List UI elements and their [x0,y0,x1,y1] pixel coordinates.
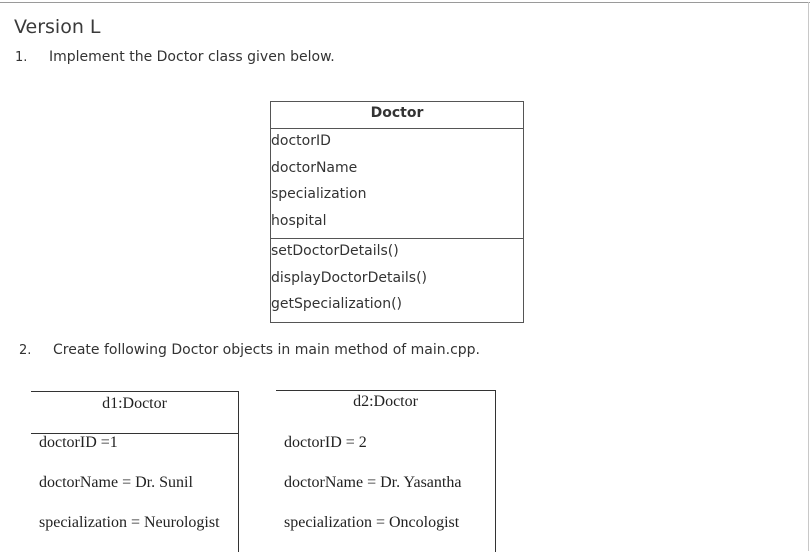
object-field: specialization = Oncologist [284,514,460,531]
uml-class-name: Doctor [271,102,523,129]
object-field: doctorID =1 [39,434,118,451]
uml-method: setDoctorDetails() [271,243,399,259]
uml-class-diagram: Doctor doctorID doctorName specializatio… [270,101,524,323]
uml-attributes: doctorID doctorName specialization hospi… [271,129,523,238]
top-divider [0,2,810,3]
page-title: Version L [14,16,101,38]
object-field: doctorName = Dr. Yasantha [284,474,462,491]
uml-methods: setDoctorDetails() displayDoctorDetails(… [271,238,523,322]
object-field: doctorName = Dr. Sunil [39,474,193,491]
uml-attribute: specialization [271,186,367,202]
uml-method: getSpecialization() [271,296,402,312]
uml-attribute: hospital [271,212,327,229]
question-1-number: 1. [15,50,28,65]
uml-attribute: doctorName [271,159,358,176]
question-2-text: Create following Doctor objects in main … [53,342,480,358]
object-d2: d2:Doctor doctorID = 2 doctorName = Dr. … [276,390,496,552]
uml-attribute: doctorID [271,133,331,149]
question-2-number: 2. [19,343,32,358]
object-d1: d1:Doctor doctorID =1 doctorName = Dr. S… [31,391,239,552]
uml-method: displayDoctorDetails() [271,269,428,286]
object-field: specialization = Neurologist [39,514,220,531]
right-border [808,2,809,551]
question-1-text: Implement the Doctor class given below. [49,49,335,65]
object-title: d2:Doctor [353,393,418,410]
object-title: d1:Doctor [102,395,167,412]
object-field: doctorID = 2 [284,434,367,451]
